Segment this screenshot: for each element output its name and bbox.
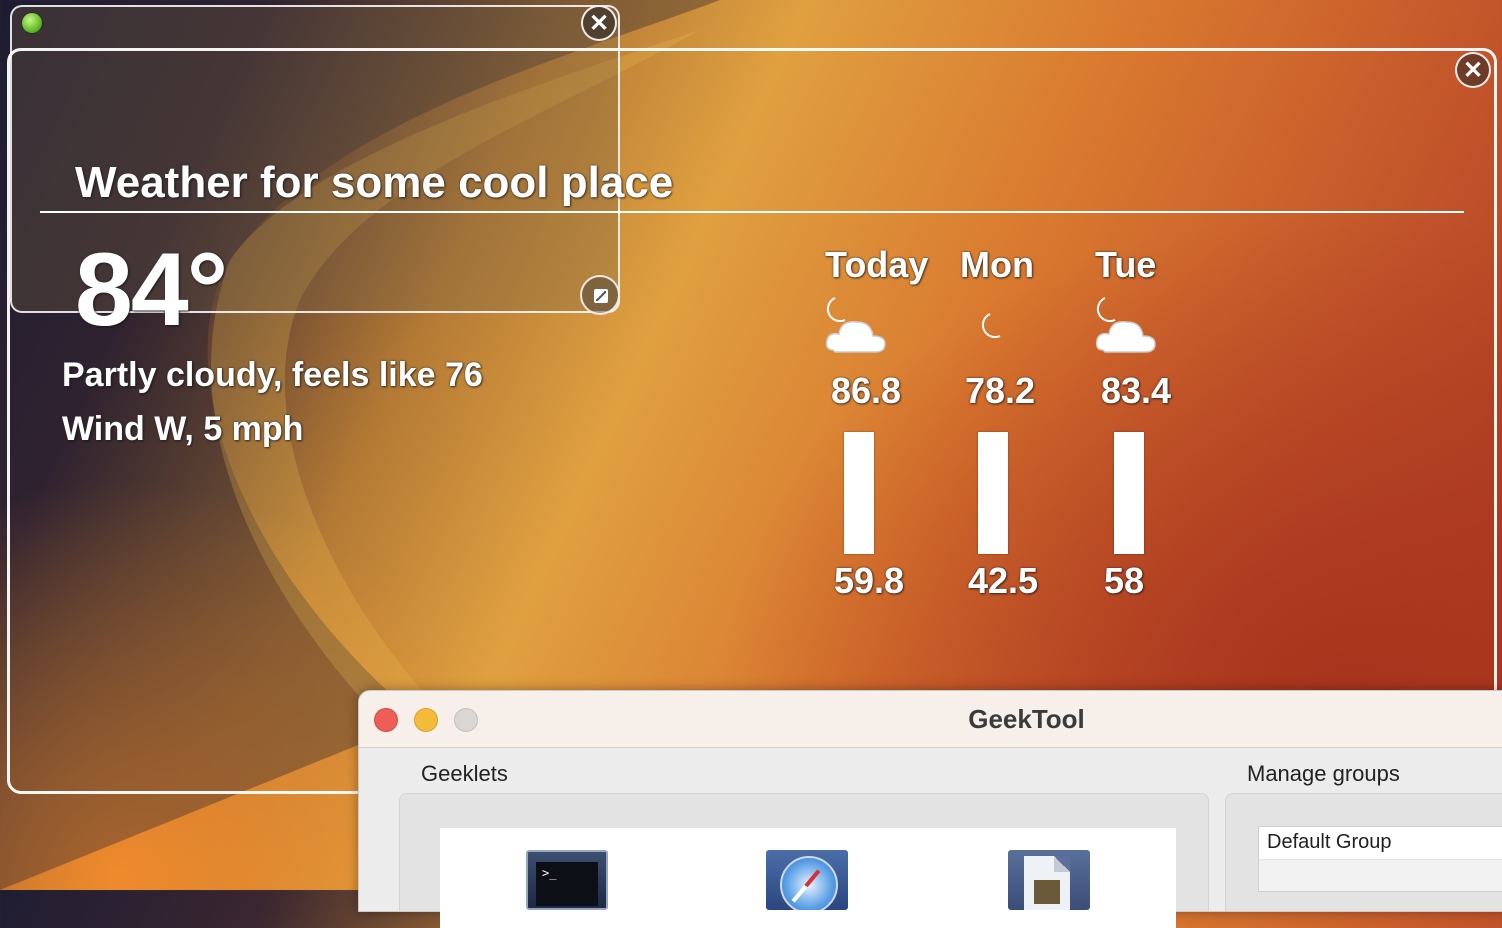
- forecast-day: Today: [825, 244, 929, 285]
- window-titlebar[interactable]: GeekTool: [359, 691, 1502, 748]
- partly-cloudy-night-icon: [1095, 297, 1156, 353]
- wind-info: Wind W, 5 mph: [62, 410, 304, 448]
- window-title: GeekTool: [968, 704, 1085, 734]
- forecast-high: 78.2: [965, 370, 1036, 411]
- forecast-low: 42.5: [968, 560, 1039, 601]
- close-geeklet-small-button[interactable]: ✕: [581, 5, 617, 41]
- group-name: Default Group: [1267, 831, 1392, 853]
- title-divider: [40, 211, 1464, 213]
- manage-groups-label: Manage groups: [1247, 761, 1400, 786]
- forecast-day: Tue: [1095, 244, 1157, 285]
- web-geeklet-icon[interactable]: [766, 850, 848, 910]
- shell-geeklet-icon[interactable]: >_: [526, 850, 608, 910]
- forecast-high: 86.8: [831, 370, 902, 411]
- partly-cloudy-night-icon: [825, 297, 886, 353]
- current-temperature: 84°: [75, 232, 228, 348]
- forecast-low: 58: [1104, 560, 1145, 601]
- forecast-day: Mon: [960, 244, 1034, 285]
- list-item[interactable]: Default Group: [1259, 827, 1502, 860]
- close-geeklet-weather-button[interactable]: ✕: [1455, 52, 1491, 88]
- temperature-range-bar: [1114, 432, 1144, 554]
- forecast-high: 83.4: [1101, 370, 1172, 411]
- temperature-range-bar: [844, 432, 874, 554]
- clear-night-icon: [981, 313, 1001, 339]
- file-geeklet-icon[interactable]: [1008, 850, 1090, 910]
- forecast-low: 59.8: [834, 560, 905, 601]
- status-indicator-icon: [22, 13, 42, 33]
- geeklets-label: Geeklets: [421, 761, 508, 786]
- temperature-range-bar: [978, 432, 1008, 554]
- current-conditions: Partly cloudy, feels like 76: [62, 356, 483, 394]
- weather-title: Weather for some cool place: [75, 158, 674, 207]
- groups-list[interactable]: Default Group: [1258, 826, 1502, 892]
